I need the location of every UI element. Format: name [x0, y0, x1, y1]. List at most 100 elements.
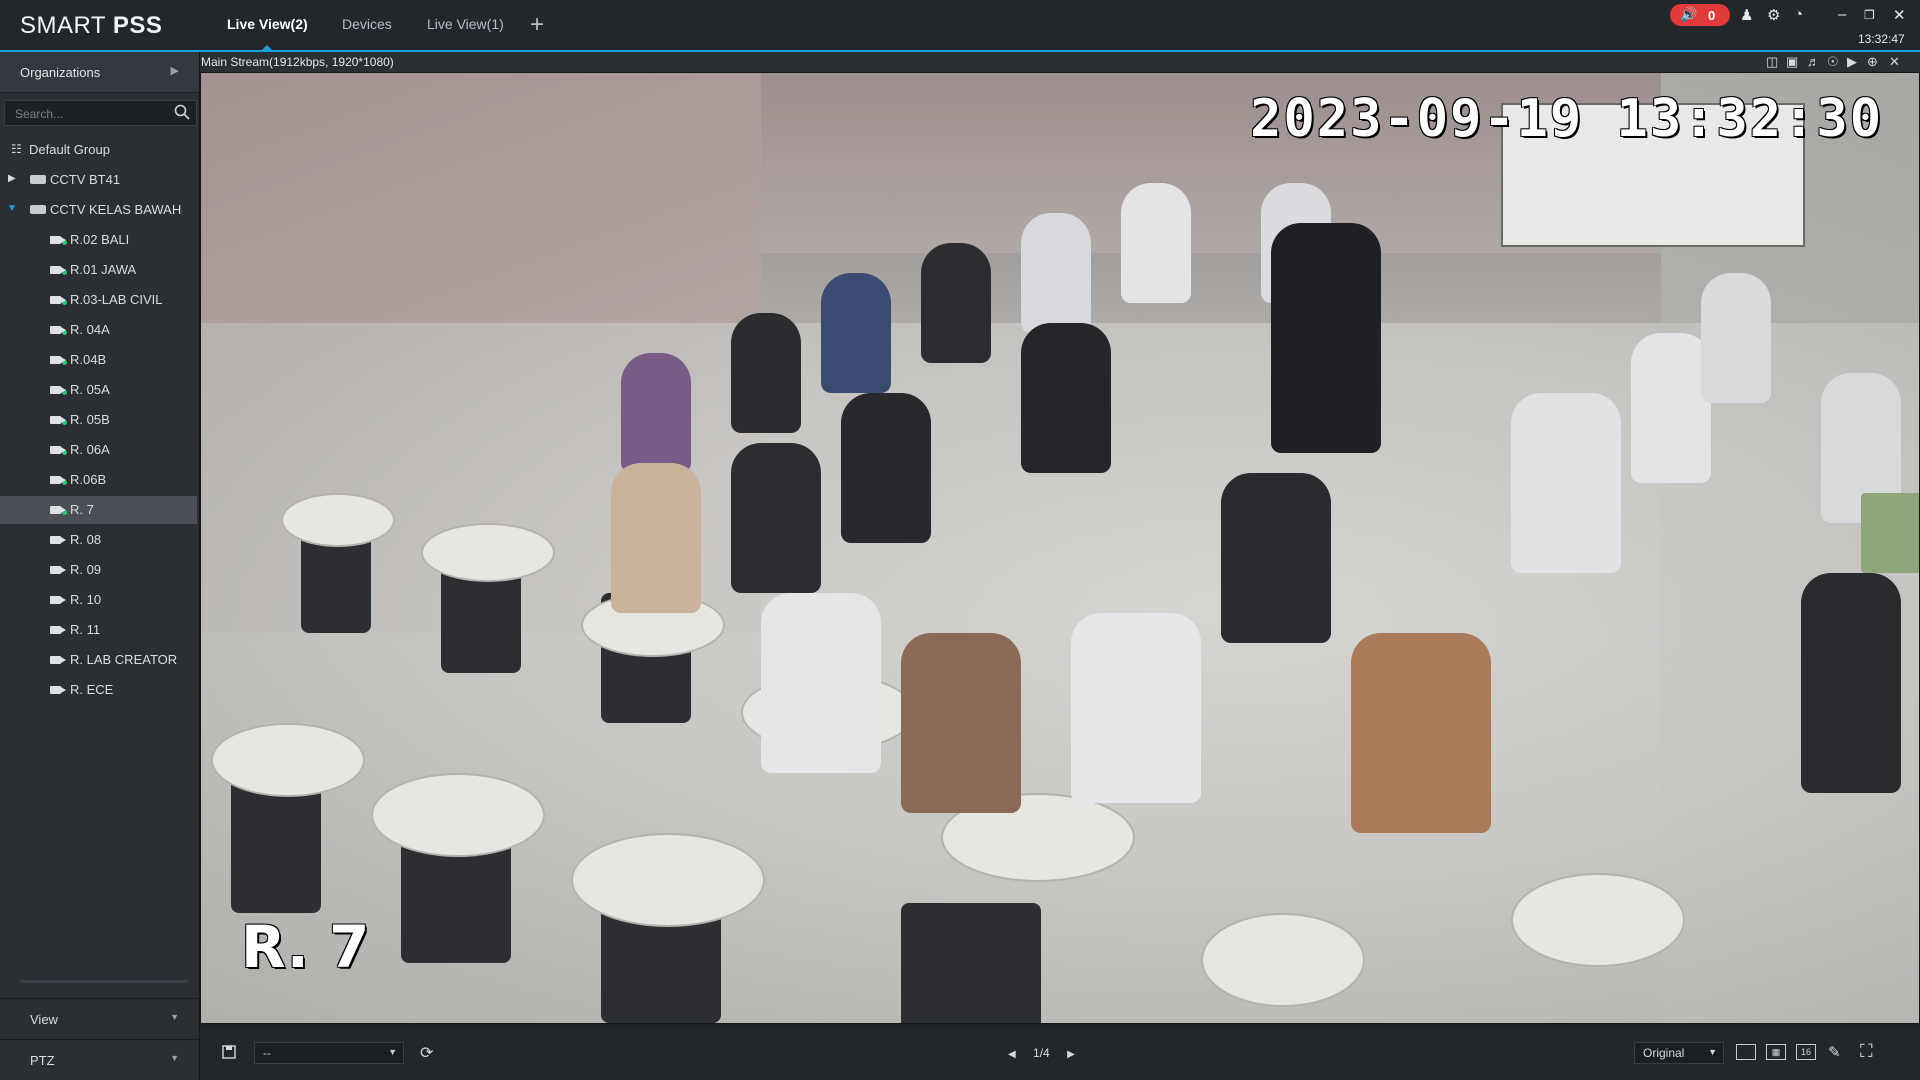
settings-gear-icon[interactable]: ⚙	[1767, 6, 1780, 24]
record-icon[interactable]: ▶	[1847, 54, 1857, 70]
organizations-label: Organizations	[20, 65, 101, 80]
desk	[571, 833, 765, 927]
channel-label: R.06B	[70, 472, 107, 487]
channel-label: R. 11	[70, 622, 101, 637]
live-video-feed[interactable]: 2023-09-19 13:32:30 R. 7	[200, 72, 1920, 1024]
tree-channel-item[interactable]: R.01 JAWA	[0, 256, 197, 284]
channel-label: R.01 JAWA	[70, 262, 137, 277]
instant-playback-icon[interactable]: ◫	[1766, 54, 1778, 70]
channel-label: R. 05B	[70, 412, 110, 427]
tree-channel-item[interactable]: R. 09	[0, 556, 197, 584]
close-icon[interactable]: ✕	[1893, 6, 1906, 24]
student	[761, 593, 881, 773]
channel-label: R. 08	[70, 532, 102, 547]
search-icon[interactable]	[174, 104, 190, 125]
camera-icon	[50, 506, 67, 515]
close-video-icon[interactable]: ✕	[1889, 54, 1900, 70]
online-status-dot	[62, 510, 67, 515]
search-input[interactable]	[13, 104, 167, 124]
next-page-icon[interactable]: ▶	[1067, 1049, 1075, 1060]
view-select[interactable]: -- ▼	[254, 1042, 404, 1064]
tab-live-view-1[interactable]: Live View(1)	[427, 16, 504, 32]
tree-channel-item[interactable]: R.02 BALI	[0, 226, 197, 254]
camera-icon	[50, 596, 66, 604]
student	[1801, 573, 1901, 793]
tree-channel-item[interactable]: R.04B	[0, 346, 197, 374]
channel-label: R. 7	[70, 502, 94, 517]
user-icon[interactable]: ♟	[1740, 6, 1753, 24]
student	[821, 273, 891, 393]
expand-arrow-icon[interactable]: ▶	[8, 173, 16, 184]
tree-root-default-group[interactable]: ☷ Default Group	[0, 136, 197, 164]
layout-16-window-icon[interactable]: 16	[1796, 1044, 1816, 1060]
chevron-down-icon: ▼	[170, 1053, 179, 1063]
online-status-dot	[62, 240, 67, 245]
timestamp-osd: 2023-09-19 13:32:30	[1250, 89, 1883, 149]
device-sidebar: Organizations ▶ ☷ Default Group ▶ CCTV B…	[0, 52, 200, 1080]
stream-info: Main Stream(1912kbps, 1920*1080)	[201, 55, 394, 69]
tree-root-label: Default Group	[29, 142, 110, 157]
desk	[1201, 913, 1365, 1007]
display-ratio-select[interactable]: Original ▼	[1634, 1042, 1724, 1064]
alarm-button[interactable]: 🔊 0	[1670, 4, 1730, 26]
tree-channel-item[interactable]: R. 06A	[0, 436, 197, 464]
tree-group-cctv-bt41[interactable]: ▶ CCTV BT41	[0, 166, 197, 194]
zoom-icon[interactable]: ⊕	[1867, 54, 1878, 70]
tree-channel-item[interactable]: R. 05B	[0, 406, 197, 434]
desk	[281, 493, 395, 547]
organizations-header[interactable]: Organizations ▶	[0, 52, 199, 93]
save-view-icon[interactable]	[222, 1045, 236, 1063]
fullscreen-icon[interactable]: ⛶	[1860, 1041, 1873, 1062]
tree-group-cctv-kelas-bawah[interactable]: ▼ CCTV KELAS BAWAH	[0, 196, 197, 224]
refresh-icon[interactable]: ⟳	[420, 1043, 433, 1063]
tree-channel-item[interactable]: R. LAB CREATOR	[0, 646, 197, 674]
page-indicator: 1/4	[1033, 1046, 1050, 1060]
tab-devices[interactable]: Devices	[342, 16, 392, 32]
audio-icon[interactable]: ♬	[1807, 54, 1820, 69]
student	[1221, 473, 1331, 643]
student	[731, 443, 821, 593]
tree-channel-item[interactable]: R. 11	[0, 616, 197, 644]
tree-channel-item[interactable]: R. 7	[0, 496, 197, 524]
minimize-icon[interactable]: –	[1838, 6, 1846, 23]
camera-icon	[50, 356, 67, 365]
student	[1631, 333, 1711, 483]
tree-channel-item[interactable]: R.06B	[0, 466, 197, 494]
camera-icon	[50, 536, 66, 544]
tab-live-view-2[interactable]: Live View(2)	[227, 16, 308, 50]
camera-icon	[50, 446, 67, 455]
tree-channel-item[interactable]: R.03-LAB CIVIL	[0, 286, 197, 314]
green-folder	[1861, 493, 1919, 573]
collapse-arrow-icon[interactable]: ▼	[7, 203, 17, 214]
desk	[371, 773, 545, 857]
camera-icon	[50, 236, 67, 245]
previous-page-icon[interactable]: ◀	[1008, 1049, 1016, 1060]
student	[841, 393, 931, 543]
view-panel-toggle[interactable]: View ▼	[0, 998, 199, 1039]
title-bar: SMART PSS Live View(2) Devices Live View…	[0, 0, 1920, 52]
page-navigator: ◀ 1/4 ▶	[1008, 1046, 1075, 1060]
ptz-panel-toggle[interactable]: PTZ ▼	[0, 1039, 199, 1080]
group-label: CCTV BT41	[50, 172, 121, 187]
tree-channel-item[interactable]: R. 04A	[0, 316, 197, 344]
layout-grid-icon[interactable]: ▦	[1766, 1044, 1786, 1060]
search-box	[4, 100, 197, 126]
bottom-toolbar: -- ▼ ⟳ ◀ 1/4 ▶ Original ▼ ▦ 16 ✎ ⛶	[200, 1028, 1920, 1080]
tree-channel-item[interactable]: R. ECE	[0, 676, 197, 704]
camera-icon	[50, 386, 67, 395]
add-tab-icon[interactable]: +	[530, 11, 544, 39]
layout-1-window-icon[interactable]	[1736, 1044, 1756, 1060]
student	[1021, 213, 1091, 333]
tree-channel-item[interactable]: R. 08	[0, 526, 197, 554]
snapshot-icon[interactable]: ▣	[1786, 54, 1798, 70]
tree-channel-item[interactable]: R. 10	[0, 586, 197, 614]
group-label: CCTV KELAS BAWAH	[50, 202, 182, 217]
talk-microphone-icon[interactable]: ☉	[1827, 54, 1839, 70]
sidebar-scrollbar[interactable]	[20, 980, 188, 983]
tree-channel-item[interactable]: R. 05A	[0, 376, 197, 404]
student	[921, 243, 991, 363]
camera-icon	[50, 326, 67, 335]
restore-icon[interactable]: ❐	[1864, 8, 1875, 22]
performance-gauge-icon[interactable]: ◔	[1794, 6, 1803, 23]
custom-layout-edit-icon[interactable]: ✎	[1828, 1043, 1841, 1061]
